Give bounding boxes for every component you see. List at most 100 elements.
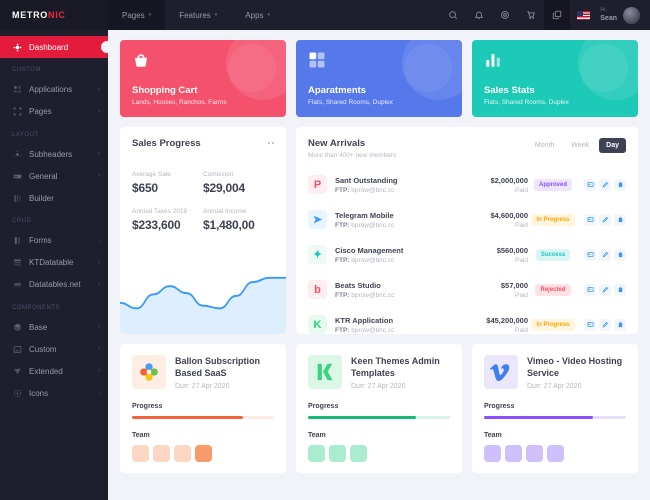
datatables-net-icon [12,280,22,290]
table-row[interactable]: K KTR Application FTP: bprow@bnc.cc $45,200… [308,307,626,334]
delete-icon[interactable] [614,283,626,296]
ftp-line: FTP: bprow@bnc.cc [335,327,466,334]
layers-icon[interactable] [544,0,571,30]
team-avatar[interactable] [174,445,191,463]
team-avatar[interactable] [195,445,212,463]
avatar[interactable] [623,6,640,24]
row-actions [584,248,626,261]
tab-week[interactable]: Week [564,138,596,153]
amount-value: $57,000 [500,280,528,290]
progress-label: Progress [484,403,515,411]
delete-icon[interactable] [614,213,626,226]
new-arrivals-titles: New Arrivals More than 400+ new members [308,138,396,159]
sidebar-section-layout: LAYOUT [12,131,39,138]
ftp-line: FTP: bprow@bnc.cc [335,187,466,194]
amount-value: $45,200,000 [486,315,528,325]
view-icon[interactable] [584,318,596,331]
sidebar-item-datatables-net[interactable]: Datatables.net › [0,274,108,296]
sidebar-item-applications[interactable]: Applications › [0,79,108,101]
top-menu-item-pages[interactable]: Pages ▾ [108,0,166,30]
stat-card-aparatments[interactable]: Aparatments Flats, Shared Rooms, Duplex [296,40,462,117]
ftp-label: FTP: [335,221,350,229]
stat-card-sales-stats[interactable]: Sales Stats Flats, Shared Rooms, Duplex [472,40,638,117]
amount-label: Paid [514,256,528,264]
table-row[interactable]: ✦ Cisco Management FTP: bprow@bnc.cc $560,0… [308,237,626,272]
team-avatar[interactable] [484,445,501,463]
subheaders-icon [12,149,22,159]
badge-cell: In Progress [528,318,578,331]
tab-month[interactable]: Month [528,138,561,153]
team-avatar[interactable] [308,445,325,463]
vimeo-icon [484,355,518,389]
sidebar-item-base[interactable]: Base › [0,316,108,338]
delete-icon[interactable] [614,178,626,191]
brand-logo[interactable]: METRONIC [0,0,108,30]
flag-canton [576,10,583,16]
sidebar-item-label: Base [29,322,48,332]
sidebar-item-dashboard[interactable]: Dashboard [0,36,108,58]
chevron-right-icon: › [98,237,100,244]
edit-icon[interactable] [599,178,611,191]
cart-icon[interactable] [518,0,544,30]
team-avatar[interactable] [153,445,170,463]
edit-icon[interactable] [599,283,611,296]
sidebar-item-pages[interactable]: Pages › [0,101,108,123]
search-icon[interactable] [440,0,466,30]
team-avatar[interactable] [350,445,367,463]
view-icon[interactable] [584,178,596,191]
project-card[interactable]: Ballon Subscription Based SaaS Due: 27 Ap… [120,344,286,474]
sidebar-item-custom[interactable]: Custom › [0,338,108,360]
sidebar-item-general[interactable]: General › [0,165,108,187]
team-avatar[interactable] [329,445,346,463]
bell-icon[interactable] [466,0,492,30]
sidebar-section-custom: CUSTOM [12,67,41,73]
sales-stat-average-sale: Average Sale $650 [132,171,203,195]
ellipsis-icon[interactable] [268,138,274,144]
tab-day[interactable]: Day [599,138,626,153]
sidebar-item-icons[interactable]: Icons › [0,382,108,404]
table-row[interactable]: ➤ Telegram Mobile FTP: bprow@bnc.cc $4,600,… [308,202,626,237]
edit-icon[interactable] [599,318,611,331]
new-arrivals-list: P Sant Outstanding FTP: bprow@bnc.cc $2,000… [296,167,638,334]
dashboard-icon [12,42,22,52]
project-card[interactable]: Keen Themes Admin Templates Due: 27 Apr 2… [296,344,462,474]
main-area: Pages ▾ Features ▾ Apps ▾ Hi, Sean Shopp… [108,0,650,500]
us-flag-icon[interactable] [570,0,596,30]
sales-stat-value: $1,480,00 [203,218,255,232]
edit-icon[interactable] [599,248,611,261]
user-greeting[interactable]: Hi, Sean [596,7,623,23]
sidebar-item-ktdatatable[interactable]: KTDatatable › [0,252,108,274]
sidebar-item-extended[interactable]: Extended › [0,360,108,382]
company-name: Cisco Management [335,245,404,255]
top-menu-item-apps[interactable]: Apps ▾ [231,0,284,30]
top-menu-item-features[interactable]: Features ▾ [165,0,231,30]
team-avatar[interactable] [132,445,149,463]
team-avatar[interactable] [547,445,564,463]
delete-icon[interactable] [614,318,626,331]
delete-icon[interactable] [614,248,626,261]
view-icon[interactable] [584,248,596,261]
sidebar-item-builder[interactable]: Builder [0,187,108,209]
app-root: METRONIC Dashboard CUSTOM Applications › Pag… [0,0,650,500]
basket-icon [132,51,274,73]
company-name: KTR Application [335,315,394,325]
team-label: Team [484,432,502,440]
row-info: Telegram Mobile FTP: bprow@bnc.cc [335,211,466,229]
company-logo: ✦ [308,245,327,264]
sidebar-item-forms[interactable]: Forms › [0,230,108,252]
stat-card-shopping-cart[interactable]: Shopping Cart Lands, Houses, Ranchos, Far… [120,40,286,117]
team-avatar[interactable] [526,445,543,463]
gear-icon[interactable] [492,0,518,30]
amount-label: Paid [514,186,528,194]
view-icon[interactable] [584,283,596,296]
sidebar-item-subheaders[interactable]: Subheaders › [0,143,108,165]
project-card[interactable]: Vimeo - Video Hosting Service Due: 27 Apr… [472,344,638,474]
table-row[interactable]: P Sant Outstanding FTP: bprow@bnc.cc $2,000… [308,167,626,202]
amount-value: $2,000,000 [490,175,528,185]
table-row[interactable]: b Beats Studio FTP: bprow@bnc.cc $57,000 Pai… [308,272,626,307]
edit-icon[interactable] [599,213,611,226]
amount-cell: $4,600,000 Paid [466,211,528,229]
view-icon[interactable] [584,213,596,226]
chevron-right-icon: › [98,324,100,330]
team-avatar[interactable] [505,445,522,463]
